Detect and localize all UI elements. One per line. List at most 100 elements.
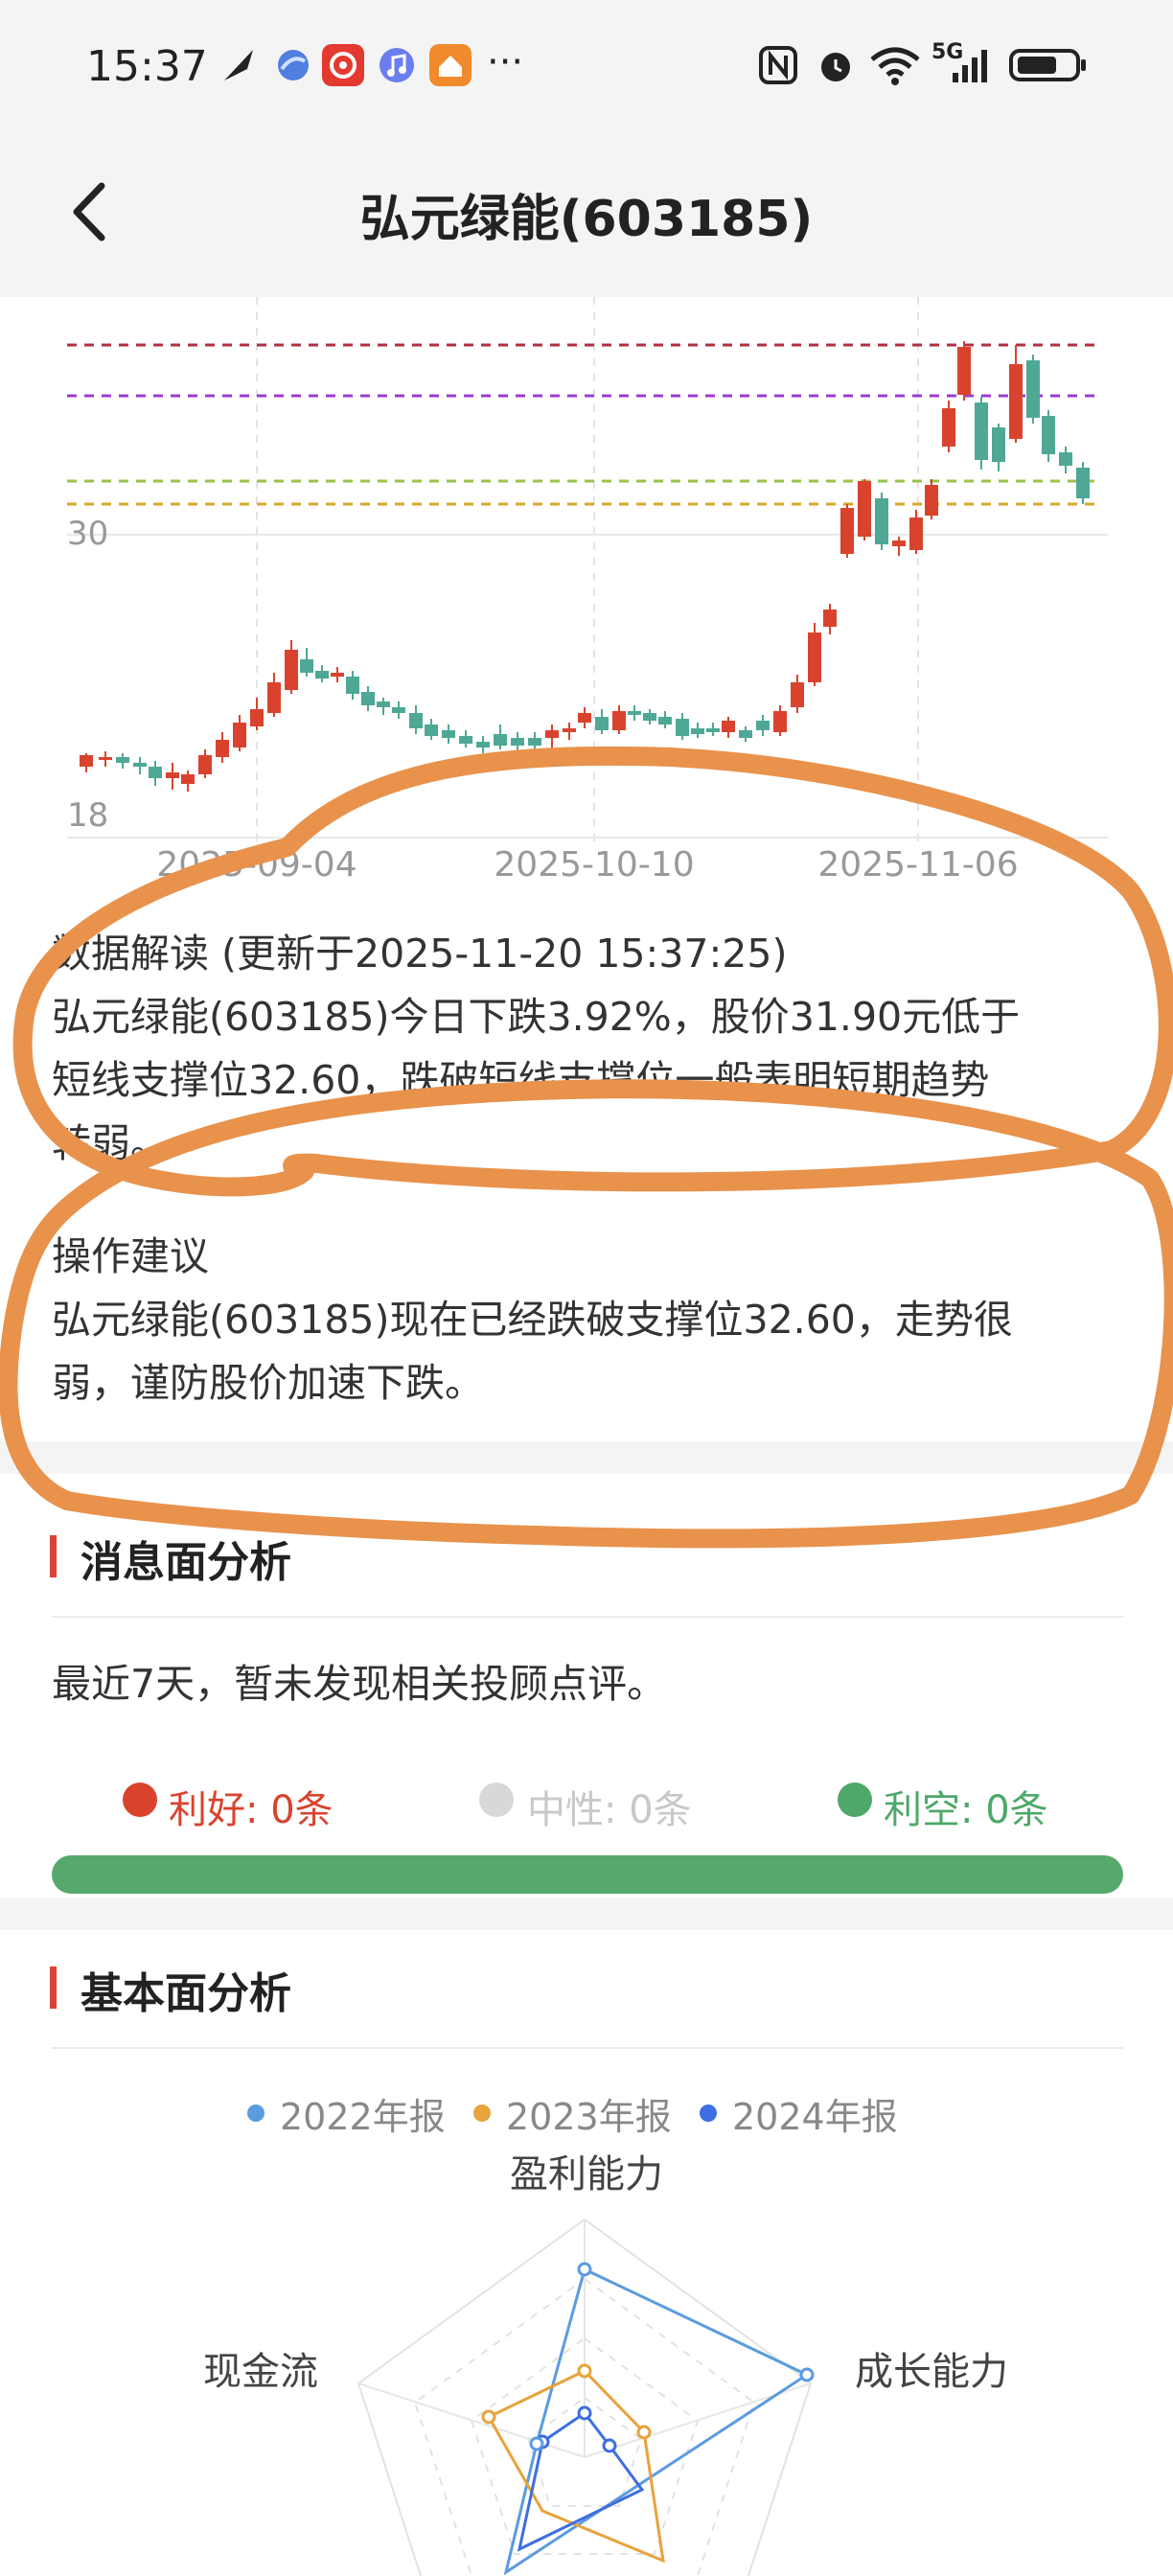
candlestick-chart[interactable]: 30 18 2025-09-04 2025-10-10 2025-11-06	[0, 297, 1173, 891]
feather-app-icon	[218, 44, 261, 86]
stock-app-icon	[322, 44, 364, 86]
candle-body	[285, 650, 298, 690]
series-2024-point	[602, 2438, 617, 2453]
interpretation-line: 弘元绿能(603185)今日下跌3.92%，股价31.90元低于	[52, 994, 1021, 1040]
candle-body	[166, 772, 179, 778]
candles	[80, 341, 1090, 792]
candle-body	[875, 498, 888, 544]
candle-body	[858, 481, 871, 537]
sentiment-bar	[52, 1855, 1123, 1894]
candle-body	[198, 755, 212, 774]
news-section-title: 消息面分析	[80, 1538, 291, 1587]
nfc-icon	[757, 44, 799, 86]
series-2024	[517, 2410, 645, 2552]
candle-body	[545, 730, 559, 738]
candle-body	[578, 713, 591, 723]
candle-body	[643, 713, 656, 721]
battery-icon	[1008, 44, 1089, 86]
candle-body	[528, 738, 541, 746]
negative-dot	[838, 1782, 872, 1817]
candle-body	[992, 427, 1005, 462]
series-2023-point	[636, 2425, 652, 2440]
legend-2022[interactable]: 2022年报	[280, 2087, 446, 2140]
series-2022-point	[799, 2367, 815, 2382]
radar-chart	[356, 2218, 815, 2576]
neutral-dot	[479, 1782, 514, 1817]
candle-body	[494, 734, 507, 746]
candle-body	[823, 610, 837, 627]
candle-body	[925, 485, 938, 516]
candle-body	[1009, 364, 1023, 439]
candle-body	[658, 717, 672, 724]
browser-app-icon	[272, 44, 314, 86]
candle-body	[957, 347, 971, 395]
candle-body	[563, 728, 576, 732]
series-2023-point	[577, 2363, 592, 2379]
candle-body	[808, 632, 821, 682]
neutral-count: 中性: 0条	[527, 1788, 692, 1832]
news-summary: 最近7天，暂未发现相关投顾点评。	[52, 1661, 667, 1707]
divider	[52, 2047, 1123, 2049]
y-label-30: 30	[67, 515, 108, 553]
y-label-18: 18	[67, 796, 108, 835]
candle-body	[595, 717, 609, 730]
candle-body	[706, 728, 720, 732]
x-label-2: 2025-10-10	[494, 845, 694, 885]
x-label-3: 2025-11-06	[817, 845, 1018, 885]
wifi-icon	[868, 44, 922, 86]
candle-body	[346, 677, 359, 694]
candle-body	[315, 671, 329, 678]
section-gap	[0, 1898, 1173, 1930]
section-gap	[0, 1441, 1173, 1474]
candle-body	[1076, 468, 1090, 498]
positive-count: 利好: 0条	[169, 1788, 334, 1832]
candle-body	[942, 408, 955, 447]
candle-body	[1059, 452, 1072, 466]
candle-body	[149, 767, 162, 778]
candle-body	[1026, 360, 1040, 418]
signal-icon	[949, 44, 997, 86]
candle-body	[300, 659, 313, 673]
candle-body	[892, 540, 906, 546]
candle-body	[476, 742, 490, 748]
candle-body	[1042, 416, 1055, 454]
candle-body	[722, 721, 735, 732]
legend-dot-2023	[473, 2104, 491, 2122]
interpretation-line: 转弱。	[52, 1120, 170, 1166]
status-bar: 15:37 ··· 5G	[0, 0, 1173, 138]
candle-body	[691, 728, 704, 734]
candle-body	[267, 682, 281, 713]
candle-body	[459, 736, 472, 744]
series-2022	[503, 2266, 811, 2576]
candle-body	[216, 740, 229, 757]
candle-body	[99, 757, 112, 760]
interpretation-line: 短线支撑位32.60，跌破短线支撑位一般表明短期趋势	[52, 1057, 990, 1103]
section-accent	[50, 1535, 57, 1577]
alarm-icon	[815, 44, 857, 86]
series-2024-point	[577, 2405, 592, 2421]
candle-body	[181, 774, 195, 784]
candle-body	[628, 711, 641, 715]
candle-body	[80, 755, 93, 767]
candle-body	[250, 709, 264, 726]
candle-body	[361, 692, 375, 705]
page-title: 弘元绿能(603185)	[359, 191, 814, 248]
candle-body	[233, 723, 246, 748]
candle-body	[392, 707, 405, 713]
advice-line: 弱，谨防股价加速下跌。	[52, 1360, 484, 1406]
candle-body	[442, 730, 455, 738]
candle-body	[409, 713, 423, 728]
legend-2023[interactable]: 2023年报	[506, 2087, 672, 2140]
candle-body	[773, 711, 787, 732]
candle-body	[676, 719, 689, 736]
series-2022-point	[529, 2436, 544, 2451]
candle-body	[331, 673, 344, 677]
candle-body	[840, 508, 854, 554]
fundamentals-section-title: 基本面分析	[80, 1969, 291, 2018]
section-accent	[50, 1966, 57, 2009]
candle-body	[612, 711, 626, 730]
legend-2024[interactable]: 2024年报	[732, 2087, 898, 2140]
advice-line: 弘元绿能(603185)现在已经跌破支撑位32.60，走势很	[52, 1297, 1013, 1343]
candle-body	[756, 721, 770, 730]
candle-body	[909, 518, 923, 550]
